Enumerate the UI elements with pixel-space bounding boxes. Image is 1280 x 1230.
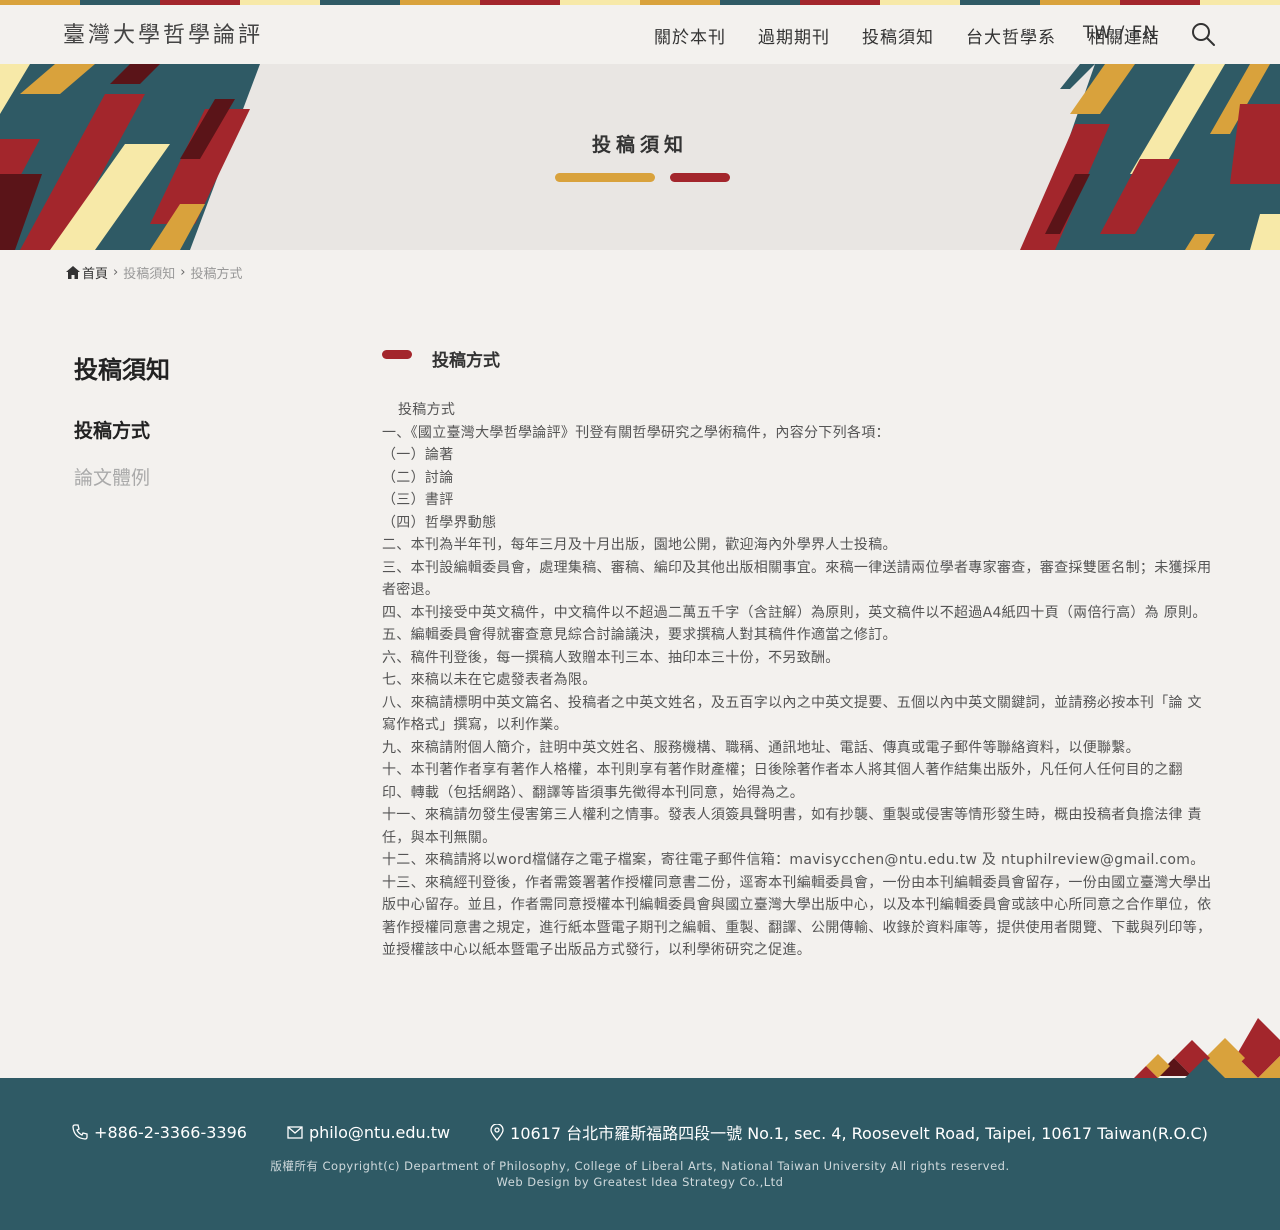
banner-bar-gold [555,173,655,182]
content-paragraph: 二、本刊為半年刊，每年三月及十月出版，園地公開，歡迎海內外學界人士投稿。 [382,537,897,553]
content-paragraph: 九、來稿請附個人簡介，註明中英文姓名、服務機構、職稱、通訊地址、電話、傳真或電子… [382,739,1140,756]
footer-address-text: 10617 台北市羅斯福路四段一號 No.1, sec. 4, Roosevel… [510,1124,1208,1143]
content-paragraph: 三、本刊設編輯委員會，處理集稿、審稿、編印及其他出版相關事宜。來稿一律送請兩位學… [382,559,1212,599]
section-marker [382,350,412,359]
footer-copyright: 版權所有 Copyright(c) Department of Philosop… [270,1159,1010,1173]
nav-about[interactable]: 關於本刊 [654,23,726,48]
phone-icon [72,1124,88,1140]
footer-design-credit: Web Design by Greatest Idea Strategy Co.… [496,1175,784,1189]
content-paragraph: 十一、來稿請勿發生侵害第三人權利之情事。發表人須簽具聲明書，如有抄襲、重製或侵害… [382,807,1202,846]
footer-address: 10617 台北市羅斯福路四段一號 No.1, sec. 4, Roosevel… [490,1120,1208,1144]
footer-email[interactable]: philo@ntu.edu.tw [287,1120,450,1144]
content-paragraph: （一）論著 [382,447,454,463]
content-paragraph: 一、《國立臺灣大學哲學論評》刊登有關哲學研究之學術稿件，內容分下列各項： [382,424,890,441]
content-subtitle: 投稿方式 [398,402,456,418]
breadcrumb-home[interactable]: 首頁 [66,263,108,282]
location-pin-icon [490,1123,504,1141]
language-switch[interactable]: TW / EN [1083,23,1157,43]
content-paragraph: （二）討論 [382,469,454,486]
content-paragraph: 六、稿件刊登後，每一撰稿人致贈本刊三本、抽印本三十份，不另致酬。 [382,649,840,666]
nav-submission[interactable]: 投稿須知 [862,23,934,48]
banner-title: 投稿須知 [591,134,688,156]
sidebar-title: 投稿須知 [74,356,170,384]
content-paragraph: 四、本刊接受中英文稿件，中文稿件以不超過二萬五千字（含註解）為原則，英文稿件以不… [382,604,1207,621]
breadcrumb-home-label: 首頁 [82,267,109,282]
page-banner: 投稿須知 [0,64,1280,250]
search-icon[interactable] [1190,21,1216,47]
site-footer: +886-2-3366-3396 philo@ntu.edu.tw 10617 … [0,1078,1280,1230]
content-paragraph: 五、編輯委員會得就審查意見綜合討論議決，要求撰稿人對其稿件作適當之修訂。 [382,627,897,643]
banner-decoration [0,64,1280,250]
content-paragraph: 十三、來稿經刊登後，作者需簽署著作授權同意書二份，逕寄本刊編輯委員會，一份由本刊… [382,874,1212,959]
sidebar-item-submission-method[interactable]: 投稿方式 [74,416,150,443]
content-paragraph: 十二、來稿請將以word檔儲存之電子檔案，寄往電子郵件信箱：mavisycche… [382,852,1205,868]
corner-decoration [1134,1018,1280,1078]
breadcrumb: 首頁 › 投稿須知 › 投稿方式 [66,263,242,282]
content-paragraph: 七、來稿以未在它處發表者為限。 [382,672,597,688]
nav-past-issues[interactable]: 過期期刊 [758,23,830,48]
article-content: 投稿方式 一、《國立臺灣大學哲學論評》刊登有關哲學研究之學術稿件，內容分下列各項… [382,399,1216,962]
nav-ntu-philosophy[interactable]: 台大哲學系 [966,23,1056,48]
footer-phone-text: +886-2-3366-3396 [94,1122,247,1142]
content-paragraph: （三）書評 [382,492,454,508]
site-header: 臺灣大學哲學論評 關於本刊 過期期刊 投稿須知 台大哲學系 相關連結 TW / … [0,5,1280,64]
sidebar-item-paper-format[interactable]: 論文體例 [74,463,150,490]
content-paragraph: （四）哲學界動態 [382,514,497,531]
footer-phone[interactable]: +886-2-3366-3396 [72,1120,247,1144]
mail-icon [287,1125,303,1139]
banner-bar-red [670,173,730,182]
footer-contacts: +886-2-3366-3396 philo@ntu.edu.tw 10617 … [0,1120,1280,1144]
breadcrumb-level1[interactable]: 投稿須知 [123,263,175,282]
breadcrumb-level2: 投稿方式 [190,267,243,282]
chevron-right-icon: › [180,265,186,280]
chevron-right-icon: › [113,265,119,280]
site-logo[interactable]: 臺灣大學哲學論評 [63,17,263,49]
content-paragraph: 八、來稿請標明中英文篇名、投稿者之中英文姓名，及五百字以內之中英文提要、五個以內… [382,694,1202,734]
footer-copyright-block: 版權所有 Copyright(c) Department of Philosop… [0,1158,1280,1190]
footer-email-text: philo@ntu.edu.tw [308,1122,451,1142]
home-icon [66,266,80,279]
content-paragraph: 十、本刊著作者享有著作人格權，本刊則享有著作財產權；日後除著作者本人將其個人著作… [382,762,1183,801]
section-title: 投稿方式 [432,351,500,371]
